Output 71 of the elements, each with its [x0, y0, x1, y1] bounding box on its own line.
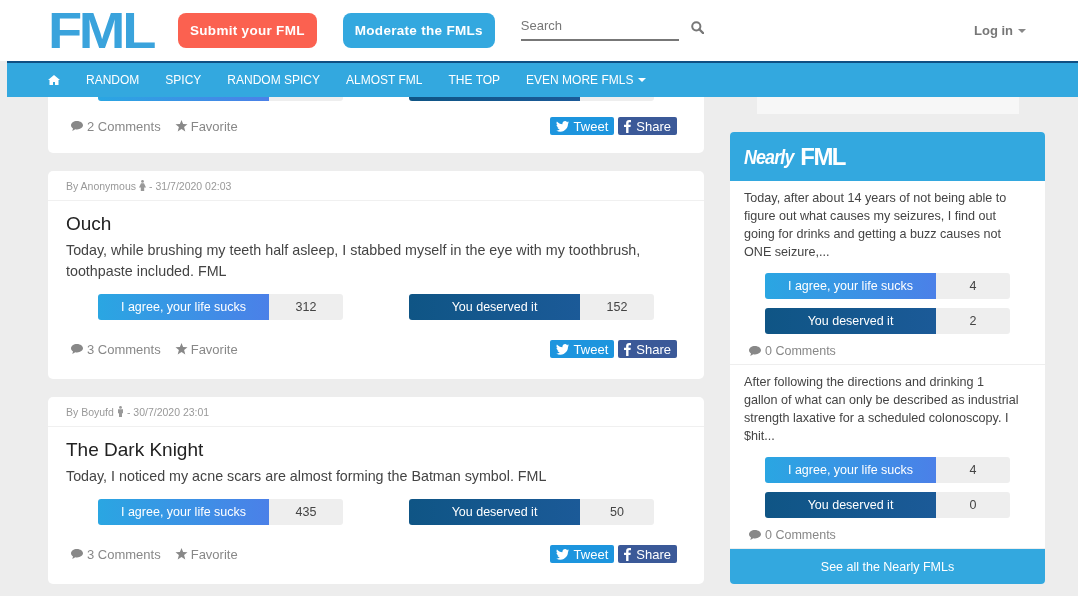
tweet-button[interactable]: Tweet	[549, 545, 615, 563]
nav-link[interactable]: THE TOP	[435, 63, 514, 97]
share-button[interactable]: Share	[618, 117, 677, 135]
bird-icon	[555, 548, 569, 560]
post-text: Today, while brushing my teeth half asleep, I stabbed myself in the eye with my toothbrush, toothpaste included. FML	[66, 241, 642, 281]
comment-icon	[70, 548, 84, 560]
deserved-button[interactable]: You deserved it	[409, 294, 580, 320]
agree-button[interactable]: I agree, your life sucks	[765, 273, 936, 299]
comments-link[interactable]: 3 Comments	[70, 341, 161, 357]
submit-button[interactable]: Submit your FML	[178, 13, 317, 48]
star-icon	[174, 343, 188, 355]
caret-icon	[1018, 28, 1026, 33]
panel-logo: FML	[800, 142, 846, 171]
comments-link[interactable]: 2 Comments	[70, 118, 161, 134]
favorite-link[interactable]: Favorite	[174, 341, 238, 357]
vote-count: 152	[580, 294, 654, 320]
panel-title: Nearly	[744, 144, 794, 169]
caret-icon	[638, 78, 647, 82]
bird-icon	[555, 343, 569, 355]
favorite-link[interactable]: Favorite	[174, 118, 238, 134]
comment-icon	[70, 343, 84, 355]
vote-count: 312	[269, 294, 343, 320]
vote-count: 4	[936, 457, 1010, 483]
login-menu[interactable]: Log in	[968, 22, 1032, 39]
facebook-icon	[624, 342, 632, 356]
entry-text[interactable]: After following the directions and drinking 1 gallon of what can only be described as industrial strength laxative for a scheduled colonoscopy. I $hit...	[744, 373, 1031, 445]
agree-button[interactable]: I agree, your life sucks	[98, 294, 269, 320]
favorite-link[interactable]: Favorite	[174, 546, 238, 562]
post-author[interactable]: By Anonymous	[66, 179, 137, 192]
post-text: Today, I noticed my acne scars are almost forming the Batman symbol. FML	[66, 467, 548, 486]
share-button[interactable]: Share	[618, 340, 677, 358]
post-title[interactable]: Ouch	[66, 213, 686, 235]
post-date: - 31/7/2020 02:03	[149, 179, 232, 192]
share-button[interactable]: Share	[618, 545, 677, 563]
vote-count: 0	[936, 492, 1010, 518]
nav-link[interactable]: RANDOM	[73, 63, 153, 97]
bird-icon	[555, 120, 569, 132]
agree-button[interactable]: I agree, your life sucks	[765, 457, 936, 483]
comments-link[interactable]: 0 Comments	[748, 344, 1031, 358]
comment-icon	[748, 345, 762, 357]
deserved-button[interactable]: You deserved it	[765, 492, 936, 518]
entry-text[interactable]: Today, after about 14 years of not being able to figure out what causes my seizures, I find out going for drinks and getting a buzz causes not ONE seizure,...	[744, 189, 1031, 261]
nav-link[interactable]: SPICY	[152, 63, 215, 97]
tweet-button[interactable]: Tweet	[549, 117, 615, 135]
nav-link[interactable]: ALMOST FML	[333, 63, 436, 97]
see-all-button[interactable]: See all the Nearly FMLs	[730, 549, 1045, 584]
post-date: - 30/7/2020 23:01	[126, 405, 210, 418]
comment-icon	[70, 120, 84, 132]
moderate-button[interactable]: Moderate the FMLs	[342, 13, 495, 48]
nav-link[interactable]: RANDOM SPICY	[214, 63, 334, 97]
nav-dropdown[interactable]: EVEN MORE FMLS	[513, 63, 660, 97]
star-icon	[174, 548, 188, 560]
deserved-button[interactable]: You deserved it	[765, 308, 936, 334]
star-icon	[174, 120, 188, 132]
facebook-icon	[624, 119, 632, 133]
post-title[interactable]: The Dark Knight	[66, 439, 686, 461]
vote-count: 4	[936, 273, 1010, 299]
vote-count: 435	[269, 499, 343, 525]
vote-count: 50	[580, 499, 654, 525]
post-author[interactable]: By Boyufd	[66, 405, 114, 418]
deserved-button[interactable]: You deserved it	[409, 499, 580, 525]
comments-link[interactable]: 3 Comments	[70, 546, 161, 562]
site-logo[interactable]: FML	[48, 5, 165, 56]
home-icon[interactable]	[48, 75, 60, 85]
tweet-button[interactable]: Tweet	[549, 340, 615, 358]
agree-button[interactable]: I agree, your life sucks	[98, 499, 269, 525]
facebook-icon	[624, 547, 632, 561]
comment-icon	[748, 529, 762, 541]
search-icon[interactable]	[690, 21, 704, 34]
vote-count: 2	[936, 308, 1010, 334]
comments-link[interactable]: 0 Comments	[748, 528, 1031, 542]
